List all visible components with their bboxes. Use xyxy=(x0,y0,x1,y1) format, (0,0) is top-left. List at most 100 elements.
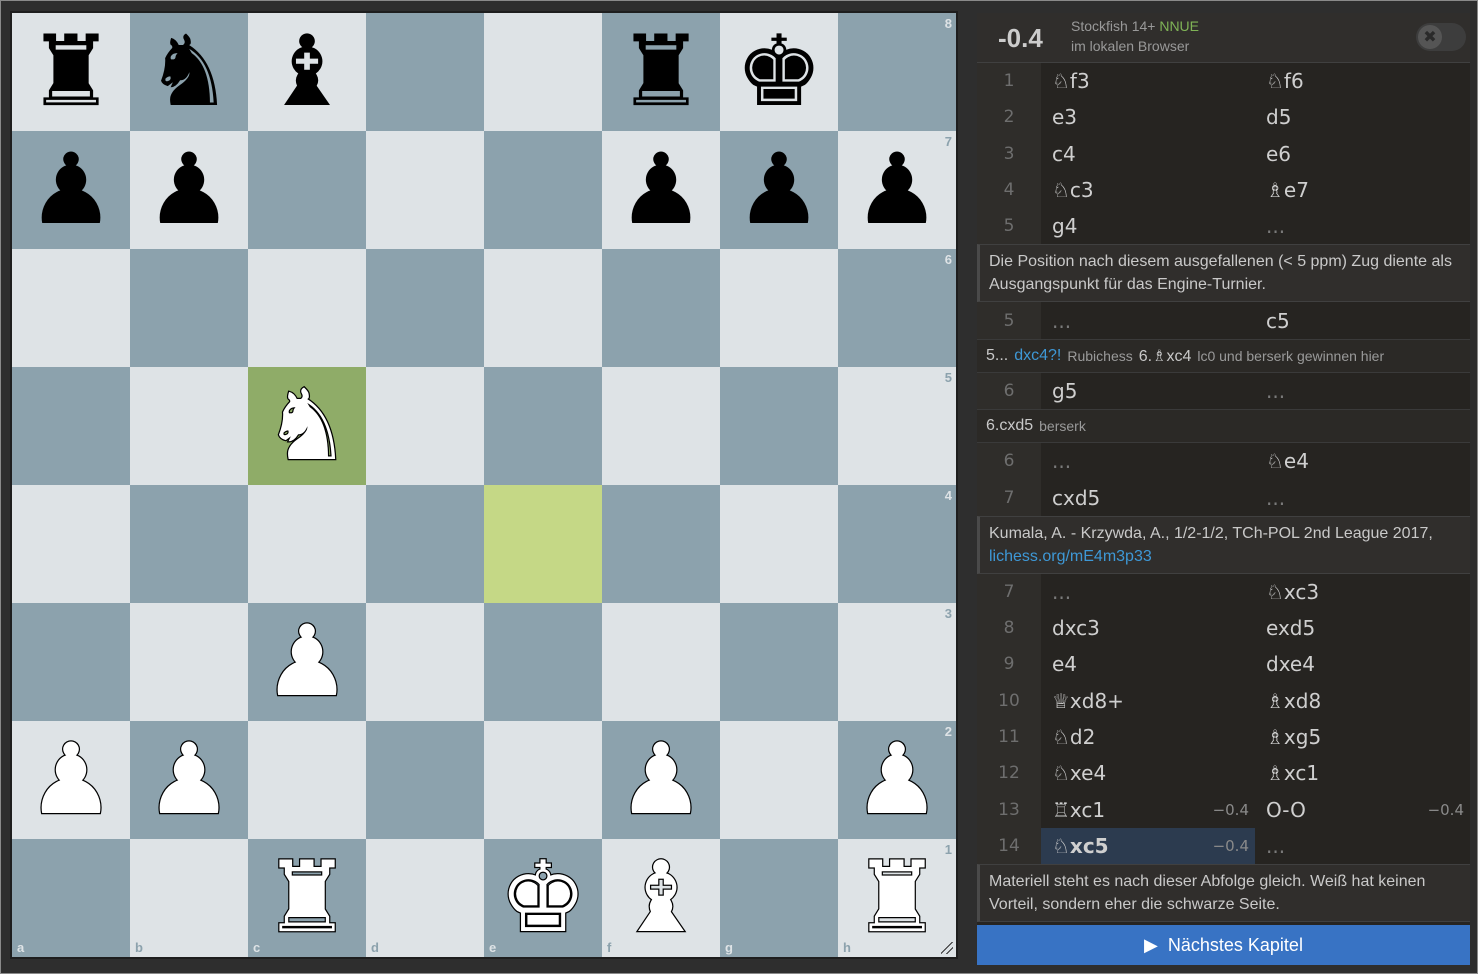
white-move[interactable]: ♖xc1 −0.4 xyxy=(1041,791,1255,827)
white-pawn-icon[interactable]: ♟ xyxy=(616,730,706,831)
square-c3[interactable]: ♟ xyxy=(248,603,366,721)
square-g2[interactable] xyxy=(720,721,838,839)
square-c4[interactable] xyxy=(248,485,366,603)
white-move[interactable]: ♘c3 xyxy=(1041,172,1255,208)
black-move[interactable]: e6 xyxy=(1255,136,1470,172)
square-a1[interactable]: a xyxy=(12,839,130,957)
square-e7[interactable] xyxy=(484,131,602,249)
black-move[interactable]: O-O −0.4 xyxy=(1255,791,1470,827)
white-move[interactable]: ♕xd8+ xyxy=(1041,683,1255,719)
square-d4[interactable] xyxy=(366,485,484,603)
square-f4[interactable] xyxy=(602,485,720,603)
black-move[interactable]: ... xyxy=(1255,373,1470,409)
black-move[interactable]: ♗xc1 xyxy=(1255,755,1470,791)
square-g8[interactable]: ♚ xyxy=(720,13,838,131)
black-move[interactable]: exd5 xyxy=(1255,610,1470,646)
black-rook-icon[interactable]: ♜ xyxy=(617,23,705,121)
black-move[interactable]: ♗e7 xyxy=(1255,172,1470,208)
black-move[interactable]: ... xyxy=(1255,208,1470,244)
black-move[interactable]: d5 xyxy=(1255,99,1470,135)
black-move[interactable]: ♗xg5 xyxy=(1255,719,1470,755)
square-c1[interactable]: ♜ c xyxy=(248,839,366,957)
black-pawn-icon[interactable]: ♟ xyxy=(145,141,233,239)
black-pawn-icon[interactable]: ♟ xyxy=(735,141,823,239)
black-pawn-icon[interactable]: ♟ xyxy=(27,141,115,239)
square-h2[interactable]: ♟ 2 xyxy=(838,721,956,839)
white-move[interactable]: ♘xe4 xyxy=(1041,755,1255,791)
square-c8[interactable]: ♝ xyxy=(248,13,366,131)
white-move[interactable]: ... xyxy=(1041,574,1255,610)
white-move[interactable]: ... xyxy=(1041,302,1255,338)
square-d2[interactable] xyxy=(366,721,484,839)
square-f3[interactable] xyxy=(602,603,720,721)
engine-toggle[interactable]: ✖ xyxy=(1416,23,1466,51)
chessboard[interactable]: ♜ ♞ ♝ ♜ ♚ 8 ♟ ♟ ♟ ♟ ♟ 7 6 ♞ 5 4 ♟ 3 ♟ ♟ ♟ ♟ 2 a b ♜ c d ♚ e ♝ f g ♜ 1 h xyxy=(10,11,958,959)
square-e6[interactable] xyxy=(484,249,602,367)
white-move[interactable]: g5 xyxy=(1041,373,1255,409)
square-g4[interactable] xyxy=(720,485,838,603)
board-grid[interactable]: ♜ ♞ ♝ ♜ ♚ 8 ♟ ♟ ♟ ♟ ♟ 7 6 ♞ 5 4 ♟ 3 ♟ ♟ ♟ ♟ 2 a b ♜ c d ♚ e ♝ f g ♜ 1 h xyxy=(12,13,956,957)
variation-move[interactable]: 6.cxd5 xyxy=(986,417,1033,435)
white-rook-icon[interactable]: ♜ xyxy=(262,848,352,949)
square-e3[interactable] xyxy=(484,603,602,721)
square-d5[interactable] xyxy=(366,367,484,485)
square-a6[interactable] xyxy=(12,249,130,367)
black-knight-icon[interactable]: ♞ xyxy=(145,23,233,121)
square-h8[interactable]: 8 xyxy=(838,13,956,131)
square-h4[interactable]: 4 xyxy=(838,485,956,603)
black-move[interactable]: ... xyxy=(1255,479,1470,515)
white-move[interactable]: cxd5 xyxy=(1041,479,1255,515)
square-c5[interactable]: ♞ xyxy=(248,367,366,485)
black-move[interactable]: ♗xd8 xyxy=(1255,683,1470,719)
white-pawn-icon[interactable]: ♟ xyxy=(852,730,942,831)
square-d6[interactable] xyxy=(366,249,484,367)
square-a4[interactable] xyxy=(12,485,130,603)
black-pawn-icon[interactable]: ♟ xyxy=(617,141,705,239)
square-g7[interactable]: ♟ xyxy=(720,131,838,249)
square-a8[interactable]: ♜ xyxy=(12,13,130,131)
square-e5[interactable] xyxy=(484,367,602,485)
square-h6[interactable]: 6 xyxy=(838,249,956,367)
white-move[interactable]: ♘d2 xyxy=(1041,719,1255,755)
square-h1[interactable]: ♜ 1 h xyxy=(838,839,956,957)
black-move[interactable]: ♘e4 xyxy=(1255,443,1470,479)
variation-move[interactable]: 6.♗xc4 xyxy=(1139,346,1192,366)
square-a3[interactable] xyxy=(12,603,130,721)
white-move[interactable]: ... xyxy=(1041,443,1255,479)
white-move[interactable]: ♘xc5 −0.4 xyxy=(1041,827,1255,865)
square-c6[interactable] xyxy=(248,249,366,367)
black-bishop-icon[interactable]: ♝ xyxy=(263,23,351,121)
black-pawn-icon[interactable]: ♟ xyxy=(853,141,941,239)
square-f5[interactable] xyxy=(602,367,720,485)
black-move[interactable]: ... xyxy=(1255,828,1470,864)
square-f6[interactable] xyxy=(602,249,720,367)
square-g6[interactable] xyxy=(720,249,838,367)
square-h7[interactable]: ♟ 7 xyxy=(838,131,956,249)
board-resize-handle[interactable] xyxy=(941,942,953,954)
square-c2[interactable] xyxy=(248,721,366,839)
black-move[interactable]: ♘f6 xyxy=(1255,63,1470,99)
white-move[interactable]: e4 xyxy=(1041,646,1255,682)
white-bishop-icon[interactable]: ♝ xyxy=(616,848,706,949)
square-b5[interactable] xyxy=(130,367,248,485)
square-a5[interactable] xyxy=(12,367,130,485)
white-king-icon[interactable]: ♚ xyxy=(498,848,588,949)
black-rook-icon[interactable]: ♜ xyxy=(27,23,115,121)
white-move[interactable]: dxc3 xyxy=(1041,610,1255,646)
white-pawn-icon[interactable]: ♟ xyxy=(144,730,234,831)
square-c7[interactable] xyxy=(248,131,366,249)
square-d8[interactable] xyxy=(366,13,484,131)
black-king-icon[interactable]: ♚ xyxy=(735,23,823,121)
square-h3[interactable]: 3 xyxy=(838,603,956,721)
square-h5[interactable]: 5 xyxy=(838,367,956,485)
square-g5[interactable] xyxy=(720,367,838,485)
square-g3[interactable] xyxy=(720,603,838,721)
white-move[interactable]: ♘f3 xyxy=(1041,63,1255,99)
square-f8[interactable]: ♜ xyxy=(602,13,720,131)
variation-move[interactable]: dxc4?! xyxy=(1014,347,1061,365)
white-pawn-icon[interactable]: ♟ xyxy=(26,730,116,831)
white-move[interactable]: g4 xyxy=(1041,208,1255,244)
square-b4[interactable] xyxy=(130,485,248,603)
square-b2[interactable]: ♟ xyxy=(130,721,248,839)
square-d3[interactable] xyxy=(366,603,484,721)
